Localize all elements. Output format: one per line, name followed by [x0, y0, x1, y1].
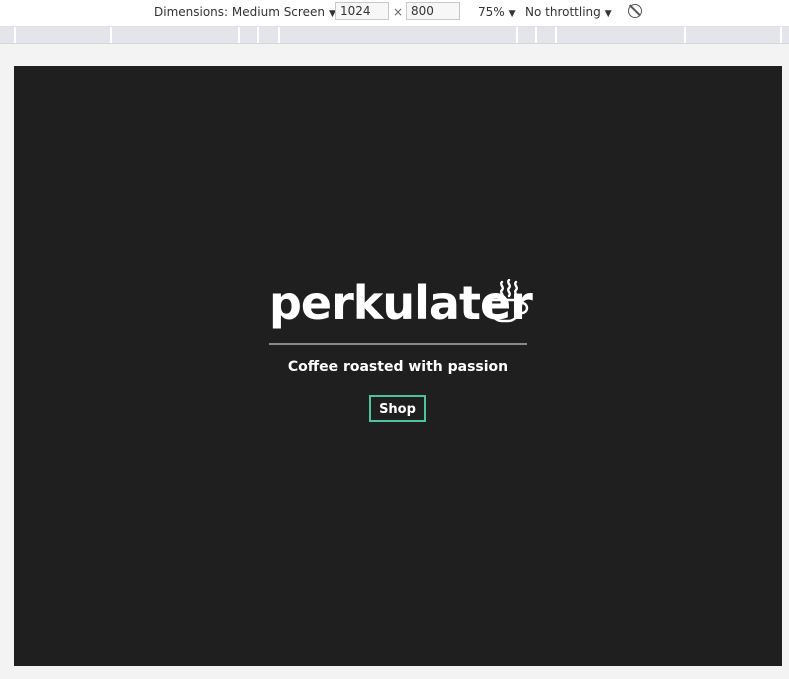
- divider: [269, 343, 527, 345]
- media-query-bar[interactable]: [0, 27, 789, 44]
- dimensions-dropdown[interactable]: Dimensions: Medium Screen ▼: [154, 5, 336, 19]
- media-query-divider: [780, 27, 782, 43]
- chevron-down-icon: ▼: [508, 9, 516, 19]
- zoom-dropdown[interactable]: 75% ▼: [478, 5, 516, 19]
- height-input[interactable]: [406, 2, 460, 20]
- width-input[interactable]: [335, 2, 389, 20]
- coffee-cup-icon: [489, 279, 529, 323]
- media-query-divider: [110, 27, 112, 43]
- throttling-dropdown[interactable]: No throttling ▼: [525, 5, 612, 19]
- device-toolbar: Dimensions: Medium Screen▼ × 75%▼ No thr…: [0, 0, 789, 27]
- media-query-divider: [238, 27, 240, 43]
- media-query-divider: [684, 27, 686, 43]
- times-sign: ×: [393, 5, 404, 19]
- site-logo[interactable]: perkulater: [269, 273, 533, 333]
- page-viewport: perkulater Coffee roasted with passion S…: [14, 66, 782, 666]
- media-query-divider: [257, 27, 259, 43]
- tagline: Coffee roasted with passion: [287, 359, 509, 375]
- dimensions-label: Dimensions: Medium Screen: [154, 5, 325, 19]
- zoom-label: 75%: [478, 5, 505, 19]
- media-query-divider: [516, 27, 518, 43]
- media-query-divider: [535, 27, 537, 43]
- shop-button[interactable]: Shop: [369, 395, 426, 422]
- media-query-divider: [278, 27, 280, 43]
- chevron-down-icon: ▼: [604, 9, 612, 19]
- throttling-label: No throttling: [525, 5, 601, 19]
- media-query-divider: [14, 27, 16, 43]
- rotate-icon[interactable]: [628, 4, 642, 18]
- media-query-divider: [555, 27, 557, 43]
